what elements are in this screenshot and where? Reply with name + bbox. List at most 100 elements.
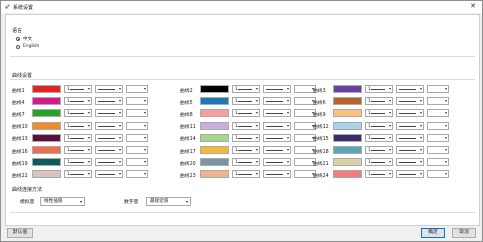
language-option-chinese[interactable]: 中文	[16, 36, 32, 42]
curve-width-select[interactable]: 1 ▾	[365, 133, 393, 142]
curve-style-select[interactable]: ▾	[263, 133, 291, 142]
curve-width-select[interactable]: 1 ▾	[232, 133, 260, 142]
curve-color-swatch[interactable]	[333, 85, 362, 93]
curve-style-select[interactable]: ▾	[95, 109, 123, 118]
curve-style-select[interactable]: ▾	[263, 170, 291, 179]
curve-color-swatch[interactable]	[200, 97, 229, 106]
curve-color-swatch[interactable]	[333, 97, 362, 106]
curve-width-select[interactable]: 1 ▾	[232, 109, 260, 118]
curve-width-select[interactable]: 1 ▾	[232, 121, 260, 130]
curve-style-select[interactable]: ▾	[263, 109, 291, 118]
curve-color-swatch[interactable]	[32, 109, 61, 118]
curve-color-swatch[interactable]	[32, 97, 61, 106]
curve-marker-select[interactable]: ▾	[427, 133, 449, 142]
curve-width-select[interactable]: 1 ▾	[365, 121, 393, 130]
curve-color-swatch[interactable]	[333, 133, 362, 142]
curve-style-select[interactable]: ▾	[396, 133, 424, 142]
analog-method-select[interactable]: 线性插值 ▾	[40, 197, 85, 206]
curve-style-select[interactable]: ▾	[396, 97, 424, 106]
close-icon[interactable]: ✕	[466, 1, 480, 12]
curve-width-select[interactable]: 1 ▾	[365, 85, 393, 93]
curve-width-select[interactable]: 1 ▾	[64, 158, 92, 167]
curve-color-swatch[interactable]	[32, 121, 61, 130]
curve-color-swatch[interactable]	[200, 146, 229, 154]
curve-style-select[interactable]: ▾	[263, 85, 291, 93]
curve-style-select[interactable]: ▾	[95, 85, 123, 93]
curve-color-swatch[interactable]	[32, 85, 61, 93]
curve-width-select[interactable]: 1 ▾	[64, 121, 92, 130]
curve-width-select[interactable]: 1 ▾	[232, 146, 260, 154]
curve-width-select[interactable]: 1 ▾	[365, 146, 393, 154]
curve-marker-select[interactable]: ▾	[427, 146, 449, 154]
curve-color-swatch[interactable]	[200, 121, 229, 130]
curve-width-select[interactable]: 1 ▾	[64, 85, 92, 93]
curve-color-swatch[interactable]	[32, 146, 61, 154]
curve-color-swatch[interactable]	[200, 133, 229, 142]
curve-color-swatch[interactable]	[333, 121, 362, 130]
cancel-button[interactable]: 取消	[452, 228, 476, 238]
curve-color-swatch[interactable]	[333, 170, 362, 179]
curve-marker-select[interactable]: ▾	[427, 85, 449, 93]
curve-style-select[interactable]: ▾	[396, 158, 424, 167]
curve-width-select[interactable]: 1 ▾	[64, 133, 92, 142]
curve-marker-select[interactable]: ▾	[427, 170, 449, 179]
curve-marker-select[interactable]: ▾	[427, 158, 449, 167]
curve-width-select[interactable]: 1 ▾	[232, 85, 260, 93]
curve-color-swatch[interactable]	[32, 158, 61, 167]
curve-style-select[interactable]: ▾	[396, 146, 424, 154]
digital-method-select[interactable]: 最接近值 ▾	[146, 197, 191, 206]
default-button[interactable]: 默认值	[7, 228, 33, 238]
curve-label: 曲线21	[313, 161, 329, 167]
radio-english[interactable]	[16, 44, 20, 49]
curve-width-select[interactable]: 1 ▾	[232, 170, 260, 179]
curve-marker-select[interactable]: ▾	[126, 109, 148, 118]
curve-width-select[interactable]: 1 ▾	[365, 158, 393, 167]
curve-style-select[interactable]: ▾	[95, 146, 123, 154]
curve-width-select[interactable]: 1 ▾	[365, 97, 393, 106]
curve-style-select[interactable]: ▾	[95, 133, 123, 142]
curve-style-select[interactable]: ▾	[396, 121, 424, 130]
curve-style-select[interactable]: ▾	[95, 170, 123, 179]
curve-marker-select[interactable]: ▾	[126, 85, 148, 93]
curve-color-swatch[interactable]	[32, 170, 61, 179]
curve-marker-select[interactable]: ▾	[126, 97, 148, 106]
curve-color-swatch[interactable]	[200, 158, 229, 167]
curve-style-select[interactable]: ▾	[95, 158, 123, 167]
curve-color-swatch[interactable]	[200, 109, 229, 118]
curve-width-select[interactable]: 1 ▾	[365, 109, 393, 118]
curve-width-select[interactable]: 1 ▾	[365, 170, 393, 179]
curve-marker-select[interactable]: ▾	[427, 121, 449, 130]
curve-marker-select[interactable]: ▾	[126, 133, 148, 142]
curve-color-swatch[interactable]	[333, 158, 362, 167]
curve-color-swatch[interactable]	[32, 133, 61, 142]
curve-width-select[interactable]: 1 ▾	[64, 170, 92, 179]
curve-marker-select[interactable]: ▾	[126, 170, 148, 179]
curve-style-select[interactable]: ▾	[263, 158, 291, 167]
curve-style-select[interactable]: ▾	[95, 121, 123, 130]
curve-width-select[interactable]: 1 ▾	[64, 146, 92, 154]
curve-marker-select[interactable]: ▾	[126, 158, 148, 167]
curve-style-select[interactable]: ▾	[396, 170, 424, 179]
curve-style-select[interactable]: ▾	[263, 97, 291, 106]
curve-style-select[interactable]: ▾	[95, 97, 123, 106]
curve-width-select[interactable]: 1 ▾	[64, 97, 92, 106]
curve-marker-select[interactable]: ▾	[126, 146, 148, 154]
curve-marker-select[interactable]: ▾	[126, 121, 148, 130]
curve-width-select[interactable]: 1 ▾	[232, 158, 260, 167]
curve-marker-select[interactable]: ▾	[427, 109, 449, 118]
curve-width-select[interactable]: 1 ▾	[64, 109, 92, 118]
curve-style-select[interactable]: ▾	[263, 121, 291, 130]
curve-marker-select[interactable]: ▾	[427, 97, 449, 106]
curve-style-select[interactable]: ▾	[396, 109, 424, 118]
radio-chinese[interactable]	[16, 37, 20, 41]
curve-color-swatch[interactable]	[200, 85, 229, 93]
curve-style-select[interactable]: ▾	[396, 85, 424, 93]
curve-width-select[interactable]: 1 ▾	[232, 97, 260, 106]
ok-button[interactable]: 确定	[421, 228, 445, 238]
language-option-english[interactable]: English	[16, 44, 39, 49]
curve-color-swatch[interactable]	[333, 109, 362, 118]
curve-style-select[interactable]: ▾	[263, 146, 291, 154]
curve-color-swatch[interactable]	[200, 170, 229, 179]
line-sample	[371, 137, 385, 139]
curve-color-swatch[interactable]	[333, 146, 362, 154]
